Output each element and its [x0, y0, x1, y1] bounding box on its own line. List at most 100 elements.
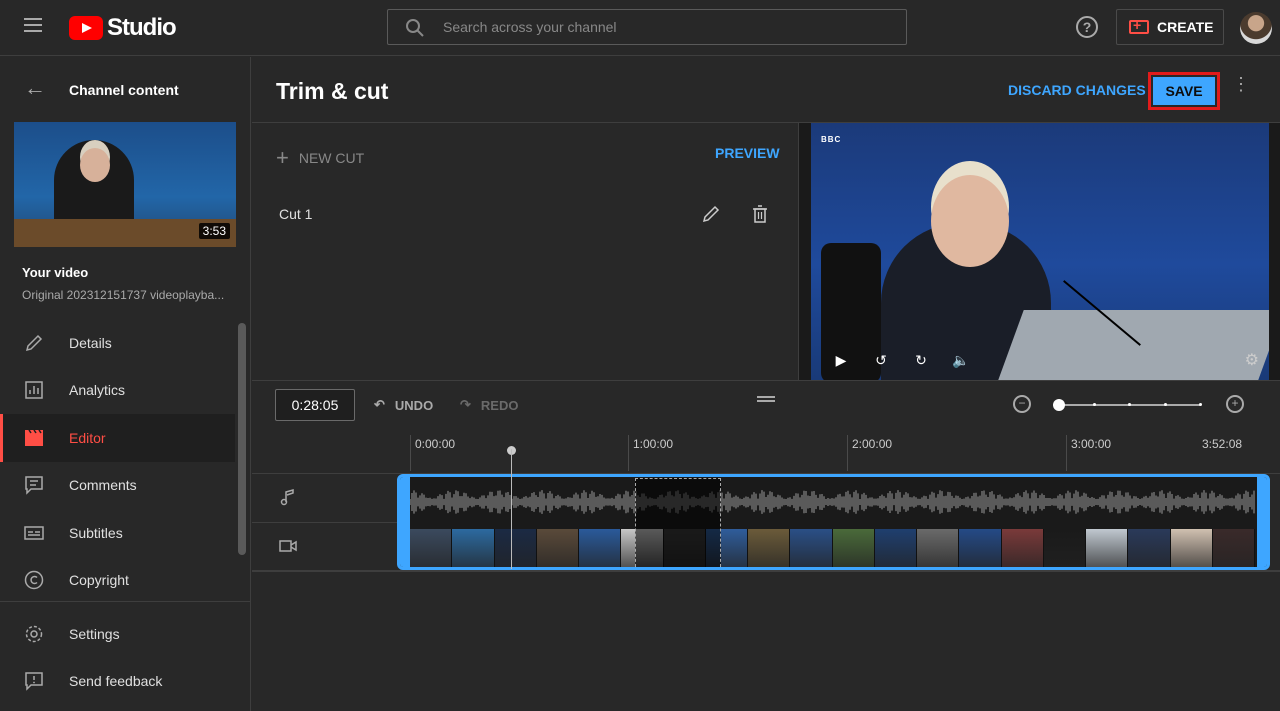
new-cut-label: NEW CUT: [298, 150, 365, 166]
player-settings-icon[interactable]: ⚙: [1245, 350, 1259, 370]
filmstrip-frame: [1128, 529, 1171, 567]
cut-region[interactable]: [635, 478, 721, 567]
save-button[interactable]: SAVE: [1153, 77, 1215, 105]
filmstrip-frame: [748, 529, 791, 567]
timeline-ruler[interactable]: 0:00:00 1:00:00 2:00:00 3:00:00 3:52:08: [410, 435, 1250, 471]
studio-logo[interactable]: Studio: [69, 14, 177, 42]
forward-10-icon[interactable]: ↻: [911, 350, 931, 370]
new-cut-button[interactable]: + NEW CUT: [276, 145, 364, 171]
video-clip[interactable]: [397, 474, 1270, 570]
tick-label: 3:52:08: [1202, 437, 1243, 451]
tick-label: 1:00:00: [633, 437, 674, 451]
create-button[interactable]: CREATE: [1116, 9, 1224, 45]
sidebar-item-send-feedback[interactable]: Send feedback: [0, 658, 251, 706]
filmstrip-frame: [1001, 529, 1044, 567]
edit-icon[interactable]: [701, 204, 721, 224]
sidebar: ← Channel content 3:53 Your video Origin…: [0, 57, 251, 711]
trash-icon[interactable]: [750, 204, 770, 224]
volume-icon[interactable]: 🔈: [951, 350, 971, 370]
editor-clapper-icon: [25, 429, 43, 446]
sidebar-item-label: Editor: [69, 429, 106, 446]
filmstrip-frame: [1086, 529, 1129, 567]
redo-button[interactable]: ↷ REDO: [460, 397, 518, 413]
top-bar: Studio ? CREATE: [0, 0, 1280, 56]
audio-track-icon: [280, 489, 294, 506]
sidebar-scrollbar[interactable]: [238, 323, 246, 555]
thumbnail-duration: 3:53: [198, 223, 230, 239]
video-filmstrip: [410, 529, 1255, 567]
filmstrip-frame: [874, 529, 917, 567]
sidebar-nav: Details Analytics Editor Comments Subtit…: [0, 319, 235, 604]
analytics-icon: [25, 381, 43, 399]
menu-icon[interactable]: [24, 18, 42, 32]
tick-label: 3:00:00: [1071, 437, 1112, 451]
search-icon: [406, 19, 424, 37]
create-label: CREATE: [1157, 19, 1214, 35]
gear-icon: [25, 625, 43, 642]
redo-icon: ↷: [460, 397, 471, 412]
zoom-in-icon[interactable]: +: [1226, 395, 1244, 413]
filmstrip-frame: [959, 529, 1002, 567]
sidebar-item-label: Copyright: [69, 572, 129, 589]
more-options-icon[interactable]: ⋮: [1232, 75, 1250, 101]
discard-changes-button[interactable]: DISCARD CHANGES: [1008, 82, 1146, 98]
undo-button[interactable]: ↶ UNDO: [374, 397, 433, 413]
redo-label: REDO: [480, 397, 519, 413]
ruler-tick: 2:00:00: [847, 435, 892, 471]
ruler-tick: 0:00:00: [410, 435, 455, 471]
video-thumbnail[interactable]: 3:53: [14, 122, 236, 247]
sidebar-footer-nav: Settings Send feedback: [0, 610, 251, 705]
search-bar[interactable]: [387, 9, 907, 45]
ruler-tick: 3:00:00: [1066, 435, 1111, 471]
sidebar-item-analytics[interactable]: Analytics: [0, 367, 235, 415]
youtube-play-icon: [69, 16, 103, 40]
channel-content-title[interactable]: Channel content: [69, 82, 179, 98]
sidebar-item-comments[interactable]: Comments: [0, 462, 235, 510]
play-icon[interactable]: ▶: [831, 350, 851, 370]
sidebar-item-details[interactable]: Details: [0, 319, 235, 367]
avatar[interactable]: [1240, 12, 1272, 44]
help-icon[interactable]: ?: [1076, 16, 1098, 38]
filmstrip-frame: [1212, 529, 1255, 567]
sidebar-item-copyright[interactable]: Copyright: [0, 557, 235, 605]
audio-waveform: [410, 490, 1255, 514]
filmstrip-frame: [1170, 529, 1213, 567]
trim-handle-right[interactable]: [1257, 477, 1267, 567]
playhead[interactable]: [511, 449, 512, 569]
sidebar-item-editor[interactable]: Editor: [0, 414, 235, 462]
filmstrip-frame: [452, 529, 495, 567]
timecode-display[interactable]: 0:28:05: [275, 389, 355, 421]
sidebar-item-label: Send feedback: [69, 673, 163, 690]
video-controls: ▶ ↺ ↻ 🔈: [831, 350, 971, 370]
cuts-panel: + NEW CUT PREVIEW Cut 1: [252, 123, 798, 380]
page-title: Trim & cut: [276, 78, 389, 104]
plus-icon: +: [276, 145, 289, 170]
zoom-out-icon[interactable]: −: [1013, 395, 1031, 413]
cut-row[interactable]: Cut 1: [252, 197, 798, 233]
sidebar-item-settings[interactable]: Settings: [0, 610, 251, 658]
preview-button[interactable]: PREVIEW: [715, 145, 780, 161]
filmstrip-frame: [579, 529, 622, 567]
rewind-10-icon[interactable]: ↺: [871, 350, 891, 370]
sidebar-item-label: Settings: [69, 625, 120, 642]
video-player[interactable]: BBC ▶ ↺ ↻ 🔈 ⚙: [811, 123, 1269, 380]
panel-resize-handle[interactable]: [757, 396, 775, 402]
timeline-tracks: [252, 473, 1280, 571]
tick-label: 0:00:00: [415, 437, 456, 451]
pencil-icon: [25, 334, 43, 351]
video-preview-panel: BBC ▶ ↺ ↻ 🔈 ⚙: [798, 123, 1280, 380]
filmstrip-frame: [832, 529, 875, 567]
your-video-label: Your video: [22, 265, 89, 280]
filmstrip-frame: [410, 529, 453, 567]
sidebar-item-subtitles[interactable]: Subtitles: [0, 509, 235, 557]
filmstrip-frame: [536, 529, 579, 567]
broadcaster-badge: BBC: [821, 135, 842, 144]
search-input[interactable]: [443, 10, 883, 44]
back-arrow-icon[interactable]: ←: [24, 77, 46, 99]
filmstrip-frame: [790, 529, 833, 567]
trim-handle-left[interactable]: [400, 477, 410, 567]
filmstrip-frame: [494, 529, 537, 567]
video-track-icon: [279, 540, 297, 552]
zoom-slider-handle[interactable]: [1053, 399, 1065, 411]
tick-label: 2:00:00: [852, 437, 893, 451]
